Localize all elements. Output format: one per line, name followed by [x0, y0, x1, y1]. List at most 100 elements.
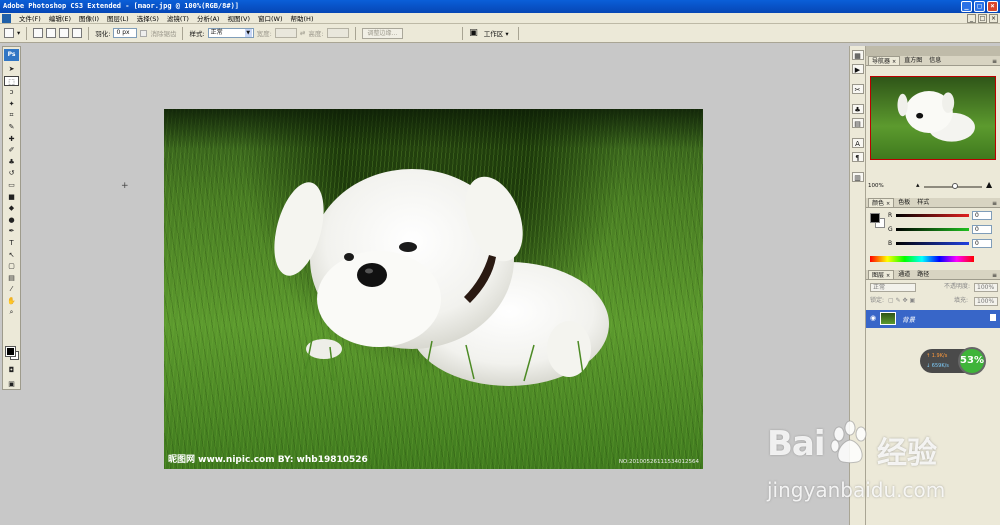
tab-histogram[interactable]: 直方图: [901, 56, 925, 65]
antialias-checkbox[interactable]: [140, 29, 148, 37]
blue-value-input[interactable]: 0: [972, 239, 992, 248]
tab-channels[interactable]: 通道: [895, 270, 913, 279]
lasso-tool-icon[interactable]: ↄ: [4, 87, 19, 97]
document-canvas[interactable]: 昵图网 www.nipic.com BY: whb19810526 NO:201…: [164, 109, 703, 469]
eyedropper-icon[interactable]: ⁄: [4, 284, 19, 294]
gradient-tool-icon[interactable]: ■: [4, 192, 19, 202]
layer-comps-icon[interactable]: ▤: [851, 118, 864, 128]
tool-presets-icon[interactable]: ✂: [851, 84, 864, 94]
eye-icon[interactable]: ◉: [870, 314, 876, 322]
add-selection-icon[interactable]: [46, 28, 57, 38]
shape-tool-icon[interactable]: ▢: [4, 261, 19, 271]
lock-icons[interactable]: ▢ ✎ ✥ ▣: [888, 296, 915, 306]
clone-stamp-icon[interactable]: ♣: [4, 157, 19, 167]
menu-filter[interactable]: 滤镜(T): [163, 13, 193, 23]
foreground-color-swatch[interactable]: [5, 346, 16, 357]
brush-tool-icon[interactable]: ✐: [4, 145, 19, 155]
panel-menu-icon[interactable]: ≡: [992, 200, 997, 207]
color-spectrum[interactable]: [870, 256, 974, 262]
preset-dropdown-arrow[interactable]: ▾: [17, 29, 20, 37]
swap-icon[interactable]: ⇄: [300, 29, 305, 37]
menu-file[interactable]: 文件(F): [15, 13, 45, 23]
notes-tool-icon[interactable]: ▤: [4, 273, 19, 283]
crop-tool-icon[interactable]: ⌗: [4, 110, 19, 120]
clone-source-icon[interactable]: ♣: [851, 104, 864, 114]
info-icon[interactable]: ▥: [851, 172, 864, 182]
navigator-thumbnail[interactable]: [870, 76, 996, 160]
dodge-tool-icon[interactable]: ●: [4, 215, 19, 225]
close-button[interactable]: ×: [987, 1, 998, 12]
refine-edge-button[interactable]: 调整边缘...: [361, 27, 404, 39]
green-value-input[interactable]: 0: [972, 225, 992, 234]
marquee-preset-icon[interactable]: [4, 28, 14, 38]
doc-restore-button[interactable]: □: [978, 14, 987, 23]
menu-analysis[interactable]: 分析(A): [193, 13, 224, 23]
tab-paths[interactable]: 路径: [914, 270, 932, 279]
ps-logo[interactable]: Ps: [4, 49, 19, 61]
baidu-url: jingyanbaidu.com: [767, 478, 946, 502]
path-select-icon[interactable]: ↖: [4, 250, 19, 260]
magic-wand-icon[interactable]: ✦: [4, 99, 19, 109]
tab-navigator[interactable]: 导航器 ×: [868, 56, 901, 65]
menu-layer[interactable]: 图层(L): [103, 13, 133, 23]
character-icon[interactable]: A: [851, 138, 864, 148]
navigator-zoom-value[interactable]: 100%: [868, 183, 884, 189]
menu-image[interactable]: 图像(I): [75, 13, 103, 23]
minimize-button[interactable]: _: [961, 1, 972, 12]
history-brush-icon[interactable]: ↺: [4, 168, 19, 178]
green-slider[interactable]: [896, 228, 969, 231]
subtract-selection-icon[interactable]: [59, 28, 70, 38]
menu-edit[interactable]: 编辑(E): [45, 13, 75, 23]
pen-tool-icon[interactable]: ✒: [4, 226, 19, 236]
menu-help[interactable]: 帮助(H): [287, 13, 318, 23]
screen-mode-icon[interactable]: ▣: [4, 379, 19, 389]
zoom-in-icon[interactable]: ▲: [986, 180, 992, 189]
zoom-tool-icon[interactable]: ⌕: [4, 307, 19, 317]
menu-window[interactable]: 窗口(W): [254, 13, 287, 23]
blue-slider[interactable]: [896, 242, 969, 245]
eraser-tool-icon[interactable]: ▭: [4, 180, 19, 190]
healing-brush-icon[interactable]: ✚: [4, 134, 19, 144]
red-slider[interactable]: [896, 214, 969, 217]
panel-dock-header[interactable]: [866, 46, 1000, 56]
intersect-selection-icon[interactable]: [72, 28, 83, 38]
feather-input[interactable]: 0 px: [113, 28, 138, 38]
tab-color[interactable]: 颜色 ×: [868, 198, 895, 207]
blend-mode-select[interactable]: 正常: [870, 283, 916, 292]
move-tool-icon[interactable]: ➤: [4, 64, 19, 74]
doc-minimize-button[interactable]: _: [967, 14, 976, 23]
bridge-icon[interactable]: ▣: [469, 28, 478, 38]
actions-icon[interactable]: ▶: [851, 64, 864, 74]
panel-menu-icon[interactable]: ≡: [992, 58, 997, 65]
zoom-out-icon[interactable]: ▴: [916, 181, 920, 189]
height-input[interactable]: [326, 28, 349, 38]
new-selection-icon[interactable]: [33, 28, 44, 38]
width-input[interactable]: [274, 28, 297, 38]
tab-swatches[interactable]: 色板: [895, 198, 913, 207]
brushes-icon[interactable]: ▦: [851, 50, 864, 60]
panel-menu-icon[interactable]: ≡: [992, 272, 997, 279]
tab-styles[interactable]: 样式: [914, 198, 932, 207]
quick-mask-icon[interactable]: ◘: [4, 365, 19, 375]
slice-tool-icon[interactable]: ✎: [4, 122, 19, 132]
red-value-input[interactable]: 0: [972, 211, 992, 220]
tab-info[interactable]: 信息: [926, 56, 944, 65]
doc-close-button[interactable]: ×: [989, 14, 998, 23]
tab-layers[interactable]: 图层 ×: [868, 270, 895, 279]
panel-foreground-swatch[interactable]: [870, 213, 880, 223]
workspace-button[interactable]: 工作区 ▾: [481, 28, 512, 38]
opacity-input[interactable]: 100%: [974, 283, 998, 292]
maximize-button[interactable]: □: [974, 1, 985, 12]
network-speed-widget[interactable]: ↑ 1.9K/s ↓ 659K/s 53%: [920, 347, 986, 375]
menu-select[interactable]: 选择(S): [133, 13, 163, 23]
blur-tool-icon[interactable]: ◆: [4, 203, 19, 213]
menu-view[interactable]: 视图(V): [223, 13, 254, 23]
fill-input[interactable]: 100%: [974, 297, 998, 306]
paragraph-icon[interactable]: ¶: [851, 152, 864, 162]
style-select[interactable]: 正常 ▼: [207, 28, 254, 38]
marquee-tool-icon[interactable]: ⬚: [4, 75, 19, 86]
navigator-zoom-knob[interactable]: [952, 183, 958, 189]
type-tool-icon[interactable]: T: [4, 238, 19, 248]
layer-row-background[interactable]: ◉ 背景: [866, 310, 1000, 328]
hand-tool-icon[interactable]: ✋: [4, 296, 19, 306]
